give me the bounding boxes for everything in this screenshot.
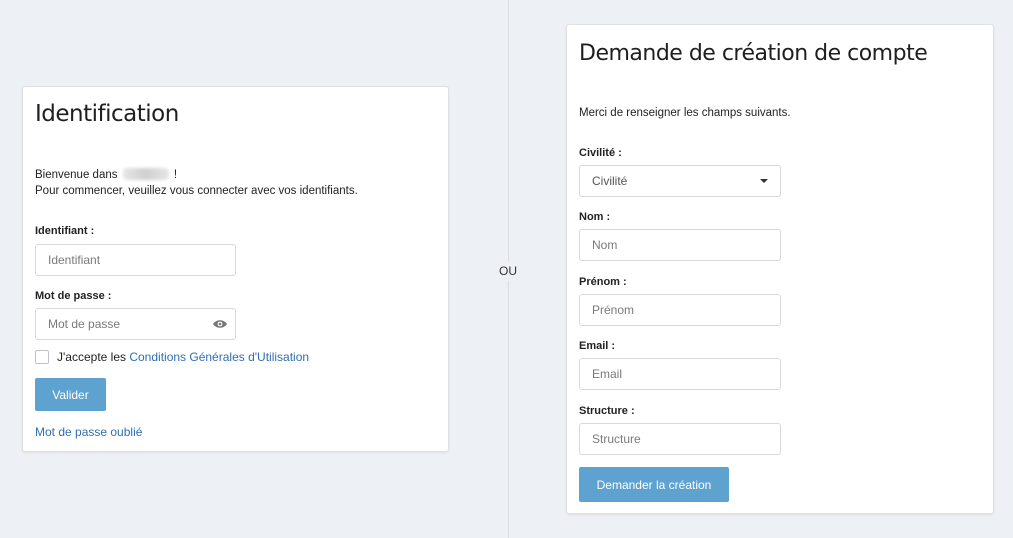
or-separator: OU (496, 261, 520, 281)
show-password-icon[interactable] (212, 319, 228, 329)
identifiant-input[interactable] (35, 244, 236, 276)
password-label: Mot de passe : (35, 290, 112, 302)
welcome-text: Bienvenue dans ! (35, 167, 435, 183)
validate-button[interactable]: Valider (35, 378, 106, 411)
nom-input[interactable] (579, 229, 781, 261)
cgu-link[interactable]: Conditions Générales d'Utilisation (129, 350, 309, 364)
signup-intro: Merci de renseigner les champs suivants. (579, 107, 791, 119)
nom-label: Nom : (579, 211, 611, 223)
login-title: Identification (35, 101, 179, 127)
login-intro: Pour commencer, veuillez vous connecter … (35, 185, 358, 197)
forgot-password-link[interactable]: Mot de passe oublié (35, 424, 142, 440)
request-creation-button[interactable]: Demander la création (579, 467, 729, 502)
prenom-label: Prénom : (579, 276, 627, 288)
prenom-input[interactable] (579, 294, 781, 326)
accept-prefix: J'accepte les (57, 350, 126, 364)
identifiant-label: Identifiant : (35, 225, 95, 237)
login-card: Identification Bienvenue dans ! Pour com… (22, 86, 449, 452)
civilite-select[interactable]: Civilité (579, 165, 781, 197)
civilite-label: Civilité : (579, 147, 622, 159)
accept-cgu-text: J'accepte les Conditions Générales d'Uti… (57, 349, 309, 365)
email-input[interactable] (579, 358, 781, 390)
chevron-down-icon (760, 179, 768, 183)
structure-label: Structure : (579, 405, 635, 417)
redacted-app-name (122, 168, 169, 180)
signup-title: Demande de création de compte (579, 41, 928, 66)
welcome-prefix: Bienvenue dans (35, 169, 118, 181)
civilite-selected-value: Civilité (592, 174, 628, 188)
signup-card: Demande de création de compte Merci de r… (566, 24, 994, 514)
welcome-suffix: ! (173, 169, 178, 181)
email-label: Email : (579, 340, 616, 352)
structure-input[interactable] (579, 423, 781, 455)
password-input[interactable] (35, 308, 236, 340)
accept-cgu-checkbox[interactable] (35, 350, 49, 364)
